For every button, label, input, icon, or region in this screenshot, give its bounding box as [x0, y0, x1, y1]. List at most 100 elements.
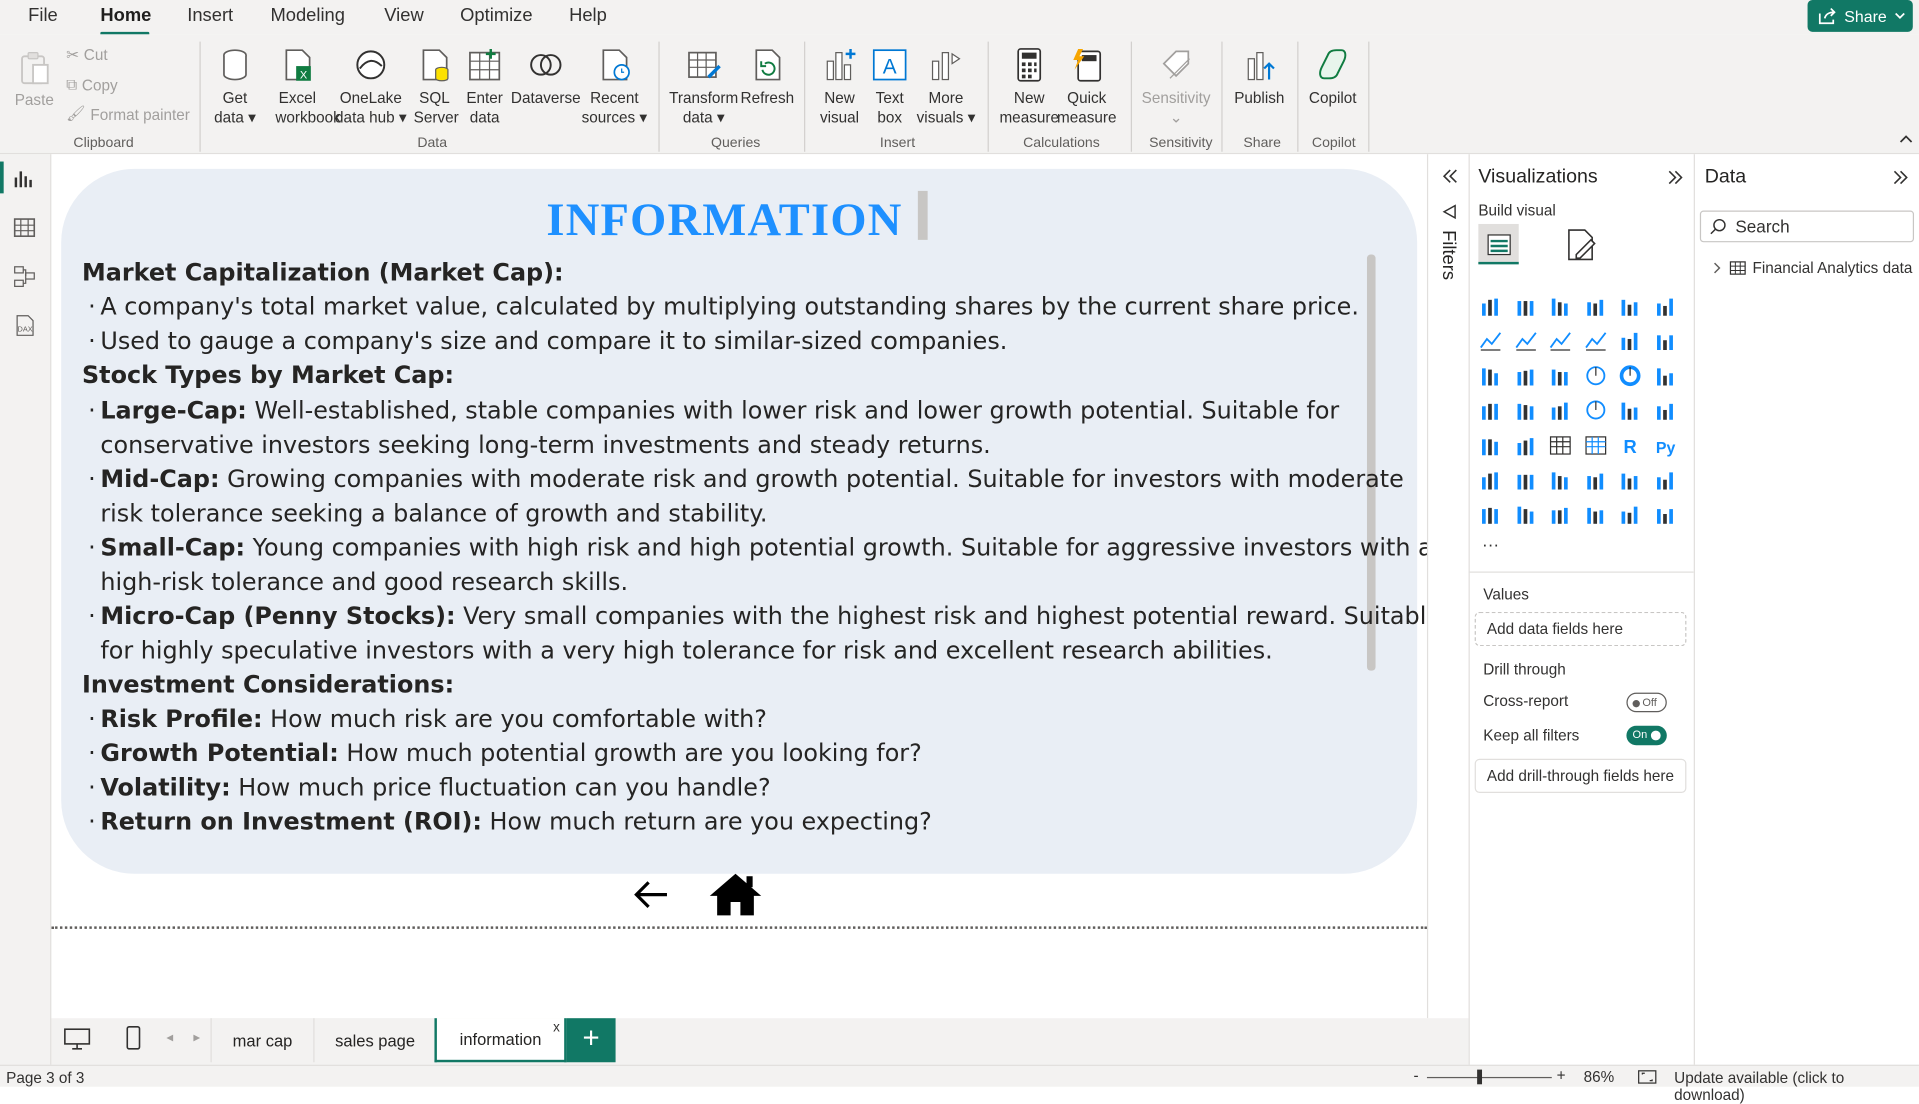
- keep-filters-toggle[interactable]: On: [1626, 725, 1667, 746]
- model-view-icon[interactable]: [12, 264, 36, 288]
- copilot-button[interactable]: Copilot: [1305, 47, 1361, 108]
- dataverse-button[interactable]: Dataverse: [510, 47, 581, 108]
- metrics-icon[interactable]: [1618, 502, 1642, 526]
- kpi-icon[interactable]: [1478, 433, 1502, 457]
- tab-scroll-right-icon[interactable]: ▸: [193, 1029, 200, 1045]
- pie-icon[interactable]: [1583, 363, 1607, 387]
- map-icon[interactable]: [1478, 398, 1502, 422]
- matrix-icon[interactable]: [1583, 433, 1607, 457]
- 100-column-icon[interactable]: [1653, 294, 1677, 318]
- sensitivity-button[interactable]: Sensitivity ⌄: [1138, 47, 1214, 128]
- treemap-icon[interactable]: [1653, 363, 1677, 387]
- dax-query-icon[interactable]: DAX: [12, 313, 36, 337]
- format-visual-icon[interactable]: [1564, 228, 1598, 262]
- collapse-right-icon[interactable]: [1892, 170, 1909, 185]
- stacked-bar-icon[interactable]: [1478, 294, 1502, 318]
- values-well[interactable]: Add data fields here: [1474, 611, 1687, 647]
- sql-server-button[interactable]: SQL Server: [414, 47, 459, 128]
- scatter-icon[interactable]: [1548, 363, 1572, 387]
- power-apps-icon[interactable]: [1513, 502, 1537, 526]
- multirow-card-icon[interactable]: [1653, 398, 1677, 422]
- filters-pane[interactable]: [1426, 154, 1469, 1019]
- filters-label[interactable]: Filters: [1438, 230, 1459, 280]
- share-button[interactable]: Share: [1807, 0, 1913, 32]
- enter-data-button[interactable]: Enter data: [464, 47, 506, 128]
- key-influencers-icon[interactable]: [1478, 467, 1502, 491]
- menu-optimize[interactable]: Optimize: [460, 5, 532, 26]
- azure-map-icon[interactable]: [1548, 398, 1572, 422]
- line-icon[interactable]: [1478, 328, 1502, 352]
- menu-insert[interactable]: Insert: [187, 5, 233, 26]
- recent-sources-button[interactable]: Recent sources ▾: [581, 47, 647, 128]
- r-script-icon[interactable]: R: [1618, 433, 1642, 457]
- card-icon[interactable]: [1618, 398, 1642, 422]
- new-measure-button[interactable]: New measure: [997, 47, 1061, 128]
- arcgis-icon[interactable]: [1583, 502, 1607, 526]
- excel-workbook-button[interactable]: X Excel workbook: [275, 47, 341, 128]
- menu-help[interactable]: Help: [569, 5, 607, 26]
- publish-button[interactable]: Publish: [1231, 47, 1287, 108]
- line-column-icon[interactable]: [1653, 328, 1677, 352]
- power-automate-icon[interactable]: [1548, 502, 1572, 526]
- add-page-button[interactable]: +: [566, 1018, 616, 1063]
- collapse-left-icon[interactable]: [1442, 169, 1459, 184]
- zoom-slider[interactable]: [1426, 1076, 1552, 1079]
- get-data-button[interactable]: Get data ▾: [210, 47, 259, 128]
- area-icon[interactable]: [1513, 328, 1537, 352]
- waterfall-icon[interactable]: [1618, 328, 1642, 352]
- paste-button[interactable]: Paste: [12, 49, 56, 110]
- menu-modeling[interactable]: Modeling: [270, 5, 344, 26]
- clustered-bar-icon[interactable]: [1548, 294, 1572, 318]
- close-tab-icon[interactable]: x: [553, 1021, 560, 1036]
- page-tab-mar-cap[interactable]: mar cap: [210, 1018, 314, 1063]
- chevron-right-icon[interactable]: [1712, 262, 1722, 274]
- gauge-icon[interactable]: [1583, 398, 1607, 422]
- more-visuals-button[interactable]: More visuals ▾: [915, 47, 976, 128]
- collapse-ribbon-icon[interactable]: [1899, 135, 1913, 145]
- cross-report-toggle[interactable]: Off: [1626, 692, 1667, 713]
- stacked-area-icon[interactable]: [1548, 328, 1572, 352]
- home-icon[interactable]: [707, 871, 763, 918]
- slicer-icon[interactable]: [1513, 433, 1537, 457]
- donut-icon[interactable]: [1618, 363, 1642, 387]
- refresh-button[interactable]: Refresh: [739, 47, 795, 108]
- decomposition-tree-icon[interactable]: [1513, 467, 1537, 491]
- desktop-layout-icon[interactable]: [64, 1028, 91, 1050]
- page-tab-sales-page[interactable]: sales page: [313, 1018, 436, 1063]
- report-view-icon[interactable]: [12, 166, 36, 190]
- funnel-icon[interactable]: [1513, 363, 1537, 387]
- clustered-column-icon[interactable]: [1583, 294, 1607, 318]
- tab-scroll-left-icon[interactable]: ◂: [166, 1029, 173, 1045]
- transform-data-button[interactable]: Transform data ▾: [668, 47, 739, 128]
- zoom-out-button[interactable]: -: [1413, 1067, 1418, 1084]
- data-table-item[interactable]: Financial Analytics data: [1752, 259, 1912, 276]
- zoom-thumb[interactable]: [1477, 1069, 1483, 1085]
- search-input[interactable]: Search: [1699, 210, 1915, 243]
- back-arrow-icon[interactable]: [631, 876, 670, 913]
- quick-measure-button[interactable]: Quick measure: [1055, 47, 1119, 128]
- table-view-icon[interactable]: [12, 215, 36, 239]
- cut-button[interactable]: ✂ Cut: [66, 45, 108, 64]
- menu-home[interactable]: Home: [100, 5, 151, 26]
- collapse-right-icon[interactable]: [1667, 170, 1684, 185]
- filled-map-icon[interactable]: [1513, 398, 1537, 422]
- copy-button[interactable]: ⧉ Copy: [66, 76, 118, 94]
- zoom-in-button[interactable]: +: [1557, 1067, 1566, 1084]
- text-box-button[interactable]: A Text box: [866, 47, 913, 128]
- stacked-column-icon[interactable]: [1513, 294, 1537, 318]
- page-tab-information[interactable]: information: [434, 1018, 567, 1063]
- table-icon[interactable]: [1548, 433, 1572, 457]
- onelake-button[interactable]: OneLake data hub ▾: [332, 47, 410, 128]
- fit-to-page-icon[interactable]: [1637, 1070, 1657, 1085]
- drill-through-well[interactable]: Add drill-through fields here: [1474, 758, 1687, 794]
- 100-bar-icon[interactable]: [1618, 294, 1642, 318]
- line-clustered-icon[interactable]: [1478, 363, 1502, 387]
- ribbon-icon[interactable]: [1583, 328, 1607, 352]
- qa-icon[interactable]: [1548, 467, 1572, 491]
- menu-file[interactable]: File: [28, 5, 58, 26]
- new-visual-button[interactable]: New visual: [815, 47, 864, 128]
- narrative-icon[interactable]: [1583, 467, 1607, 491]
- report-icon[interactable]: [1478, 502, 1502, 526]
- trophy-icon[interactable]: [1653, 467, 1677, 491]
- chevron-icon[interactable]: [1653, 502, 1677, 526]
